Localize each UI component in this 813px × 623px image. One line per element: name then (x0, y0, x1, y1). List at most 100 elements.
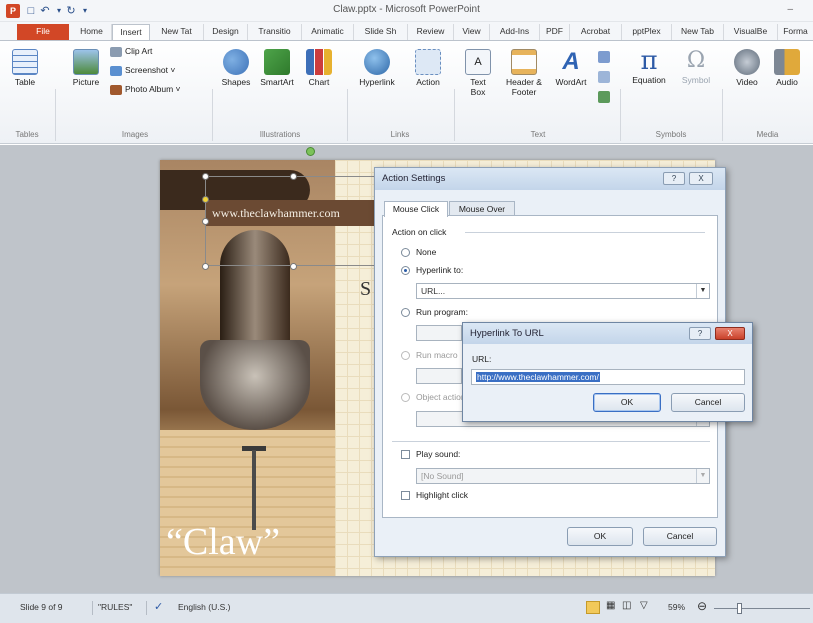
smartart-button[interactable]: SmartArt (256, 49, 298, 87)
hyperlink-to-url-dialog: Hyperlink To URL ? X URL: http://www.the… (462, 322, 753, 422)
tab-pptplex[interactable]: pptPlex (622, 24, 672, 40)
tab-animations[interactable]: Animatic (302, 24, 354, 40)
none-radio[interactable] (401, 248, 410, 257)
hyperlink-to-label: Hyperlink to: (416, 265, 464, 275)
tab-file[interactable]: File (17, 24, 69, 40)
slide-text-fragment[interactable]: S (360, 278, 371, 301)
wordart-button[interactable]: A WordArt (550, 49, 592, 88)
zoom-out-icon[interactable]: ⊖ (697, 599, 707, 613)
chart-button[interactable]: Chart (302, 49, 336, 87)
tab-review[interactable]: Review (408, 24, 454, 40)
slide-sorter-icon[interactable]: ▦ (606, 600, 615, 611)
textbox-label: Text Box (470, 77, 486, 97)
zoom-slider-track[interactable] (714, 608, 810, 609)
tab-insert[interactable]: Insert (112, 24, 150, 40)
hyperlink-label: Hyperlink (359, 77, 395, 87)
tab-design[interactable]: Design (204, 24, 248, 40)
tab-mouse-click[interactable]: Mouse Click (384, 201, 448, 217)
play-sound-checkbox[interactable] (401, 450, 410, 459)
tab-pdf[interactable]: PDF (540, 24, 570, 40)
slide-number-icon[interactable] (598, 71, 610, 83)
zoom-slider-thumb[interactable] (737, 603, 742, 614)
spell-check-icon[interactable]: ✓ (154, 600, 163, 613)
clip-art-button[interactable]: Clip Art (110, 46, 152, 57)
chevron-down-icon[interactable]: ▼ (696, 469, 709, 483)
audio-button[interactable]: Audio (770, 49, 804, 87)
slide-show-icon[interactable]: ▽ (640, 600, 648, 611)
textbox-button[interactable]: A Text Box (460, 49, 496, 97)
cancel-button[interactable]: Cancel (643, 527, 717, 546)
run-macro-select[interactable] (416, 368, 462, 384)
shapes-button[interactable]: Shapes (218, 49, 254, 87)
run-program-radio[interactable] (401, 308, 410, 317)
reading-view-icon[interactable]: ◫ (622, 600, 631, 611)
chevron-down-icon[interactable]: ▼ (696, 284, 709, 298)
run-macro-radio[interactable] (401, 351, 410, 360)
video-button[interactable]: Video (730, 49, 764, 87)
highlight-click-checkbox[interactable] (401, 491, 410, 500)
ok-button[interactable]: OK (593, 393, 661, 412)
resize-handle[interactable] (202, 173, 209, 180)
textbox-icon: A (465, 49, 491, 75)
tab-view[interactable]: View (454, 24, 490, 40)
object-icon[interactable] (598, 91, 610, 103)
close-button[interactable]: X (715, 327, 745, 340)
action-icon (415, 49, 441, 75)
picture-button[interactable]: Picture (66, 49, 106, 87)
tab-format[interactable]: Forma (778, 24, 813, 40)
action-button[interactable]: Action (408, 49, 448, 87)
help-button[interactable]: ? (689, 327, 711, 340)
rotate-handle[interactable] (306, 147, 315, 156)
sound-select[interactable]: [No Sound] ▼ (416, 468, 710, 484)
photo-album-button[interactable]: Photo Album ˅ (110, 84, 181, 95)
help-button[interactable]: ? (663, 172, 685, 185)
run-program-field[interactable] (416, 325, 462, 341)
resize-handle[interactable] (290, 263, 297, 270)
date-time-icon[interactable] (598, 51, 610, 63)
hyperlink-to-radio[interactable] (401, 266, 410, 275)
theme-status: "RULES" (98, 602, 133, 612)
table-button[interactable]: Table (8, 49, 42, 87)
url-input[interactable]: http://www.theclawhammer.com/ (471, 369, 745, 385)
hyperlink-button[interactable]: Hyperlink (354, 49, 400, 87)
tab-mouse-over[interactable]: Mouse Over (449, 201, 515, 216)
smartart-icon (264, 49, 290, 75)
video-label: Video (736, 77, 758, 87)
group-label-images: Images (121, 130, 149, 139)
symbol-button[interactable]: Ω Symbol (676, 47, 716, 85)
zoom-level[interactable]: 59% (668, 602, 685, 612)
language-status[interactable]: English (U.S.) (178, 602, 230, 612)
video-icon (734, 49, 760, 75)
tab-home[interactable]: Home (72, 24, 112, 40)
tab-visualbee[interactable]: VisualBe (724, 24, 778, 40)
slide-title-text[interactable]: “Claw” (166, 520, 366, 564)
symbol-label: Symbol (681, 75, 711, 85)
tab-slide-show[interactable]: Slide Sh (354, 24, 408, 40)
minimize-button[interactable]: – (787, 4, 793, 15)
highlight-click-label: Highlight click (416, 490, 468, 500)
screenshot-button[interactable]: Screenshot ˅ (110, 65, 175, 76)
equation-button[interactable]: π Equation (626, 47, 672, 85)
tab-new-tab[interactable]: New Tab (672, 24, 724, 40)
table-icon (12, 49, 38, 75)
resize-handle[interactable] (290, 173, 297, 180)
equation-label: Equation (632, 75, 666, 85)
tab-transitions[interactable]: Transitio (248, 24, 302, 40)
shapes-label: Shapes (221, 77, 251, 87)
header-footer-button[interactable]: Header & Footer (500, 49, 548, 97)
hyperlink-to-select[interactable]: URL... ▼ (416, 283, 710, 299)
ok-button[interactable]: OK (567, 527, 633, 546)
photo-album-label: Photo Album ˅ (125, 84, 181, 94)
object-action-radio[interactable] (401, 393, 410, 402)
ribbon: Table Picture Clip Art Screenshot ˅ Phot… (0, 40, 813, 144)
normal-view-icon[interactable] (586, 601, 600, 614)
tab-acrobat[interactable]: Acrobat (570, 24, 622, 40)
tab-new-tat[interactable]: New Tat (150, 24, 204, 40)
close-button[interactable]: X (689, 172, 713, 185)
resize-handle[interactable] (202, 263, 209, 270)
tab-add-ins[interactable]: Add-Ins (490, 24, 540, 40)
cancel-button[interactable]: Cancel (671, 393, 745, 412)
run-macro-label: Run macro: (416, 350, 458, 360)
adjust-handle[interactable] (202, 196, 209, 203)
resize-handle[interactable] (202, 218, 209, 225)
